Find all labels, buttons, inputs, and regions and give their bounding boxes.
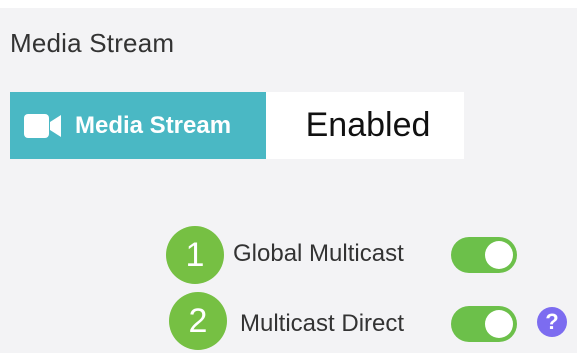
step-badge-2: 2 — [169, 292, 227, 350]
video-camera-icon — [23, 111, 63, 141]
multicast-direct-toggle[interactable] — [451, 306, 517, 342]
media-stream-tile-label: Media Stream — [10, 92, 266, 159]
page-title: Media Stream — [10, 28, 175, 58]
multicast-direct-label: Multicast Direct — [240, 310, 405, 337]
global-multicast-label: Global Multicast — [233, 240, 404, 267]
toggle-knob — [485, 241, 513, 269]
help-icon[interactable]: ? — [537, 307, 567, 337]
global-multicast-toggle[interactable] — [451, 237, 517, 273]
media-stream-tile-text: Media Stream — [75, 111, 232, 139]
media-stream-panel: Media Stream Media Stream Enabled 1 Glob… — [0, 8, 577, 353]
toggle-knob — [485, 310, 513, 338]
media-stream-tile: Media Stream Enabled — [10, 92, 464, 159]
media-stream-status-value: Enabled — [305, 106, 431, 144]
step-badge-1: 1 — [166, 226, 224, 284]
